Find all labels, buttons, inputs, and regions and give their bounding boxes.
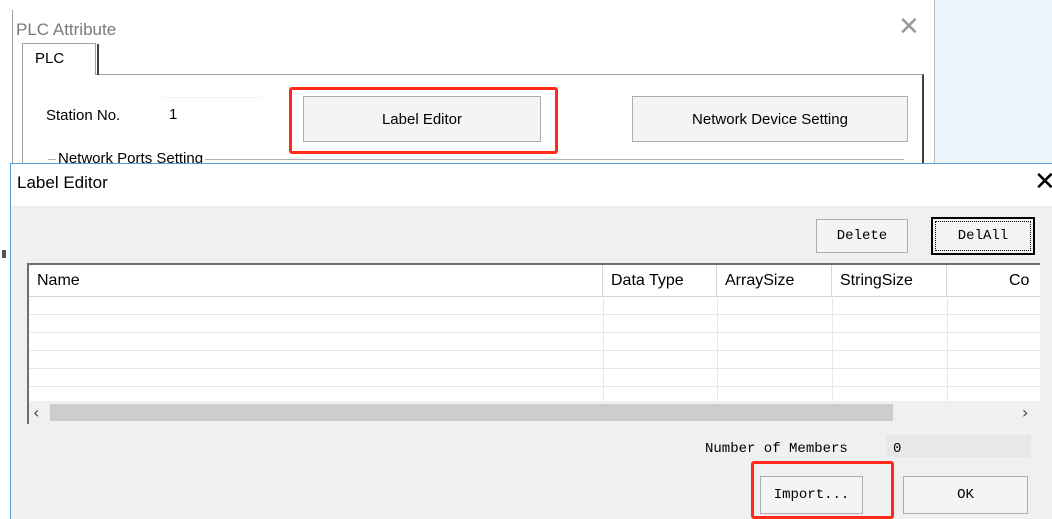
number-of-members-label: Number of Members	[705, 441, 848, 457]
station-no-input[interactable]	[163, 97, 261, 130]
scrollbar-thumb[interactable]	[50, 404, 893, 421]
horizontal-scrollbar[interactable]: ‹ ›	[29, 401, 1040, 424]
column-divider	[947, 298, 948, 401]
column-header-co[interactable]: Co	[947, 265, 1040, 297]
column-header-array-size[interactable]: ArraySize	[717, 265, 832, 297]
table-row[interactable]	[29, 334, 1040, 351]
close-icon[interactable]: ✕	[898, 14, 920, 40]
ok-button[interactable]: OK	[903, 476, 1028, 514]
highlight-box-label-editor	[289, 87, 558, 154]
table-row[interactable]	[29, 298, 1040, 315]
delete-button[interactable]: Delete	[816, 219, 908, 253]
delall-button[interactable]: DelAll	[931, 217, 1035, 255]
number-of-members-value: 0	[893, 441, 902, 457]
table-row[interactable]	[29, 352, 1040, 369]
column-header-string-size[interactable]: StringSize	[832, 265, 947, 297]
column-header-data-type[interactable]: Data Type	[603, 265, 717, 297]
table-header: Name Data Type ArraySize StringSize Co	[29, 265, 1040, 297]
column-divider	[603, 298, 604, 401]
members-count-field	[886, 435, 1031, 457]
column-divider	[832, 298, 833, 401]
highlight-box-import	[751, 461, 894, 519]
column-divider	[717, 298, 718, 401]
edge-marker	[2, 250, 6, 258]
network-device-setting-button[interactable]: Network Device Setting	[632, 96, 908, 142]
close-icon[interactable]: ✕	[1034, 169, 1052, 195]
column-header-name[interactable]: Name	[29, 265, 603, 297]
scroll-left-icon[interactable]: ‹	[33, 403, 39, 422]
background-window-area	[935, 0, 1052, 165]
plc-window-title: PLC Attribute	[16, 20, 117, 39]
table-row[interactable]	[29, 370, 1040, 387]
table-row[interactable]	[29, 316, 1040, 333]
tab-shadow	[97, 44, 99, 75]
station-no-label: Station No.	[46, 107, 121, 124]
delall-label: DelAll	[935, 221, 1031, 251]
label-editor-title: Label Editor	[17, 173, 108, 192]
window-edge	[12, 10, 13, 170]
tab-plc[interactable]: PLC	[22, 43, 96, 75]
scroll-right-icon[interactable]: ›	[1022, 403, 1028, 422]
label-table[interactable]: Name Data Type ArraySize StringSize Co ‹…	[27, 263, 1040, 424]
